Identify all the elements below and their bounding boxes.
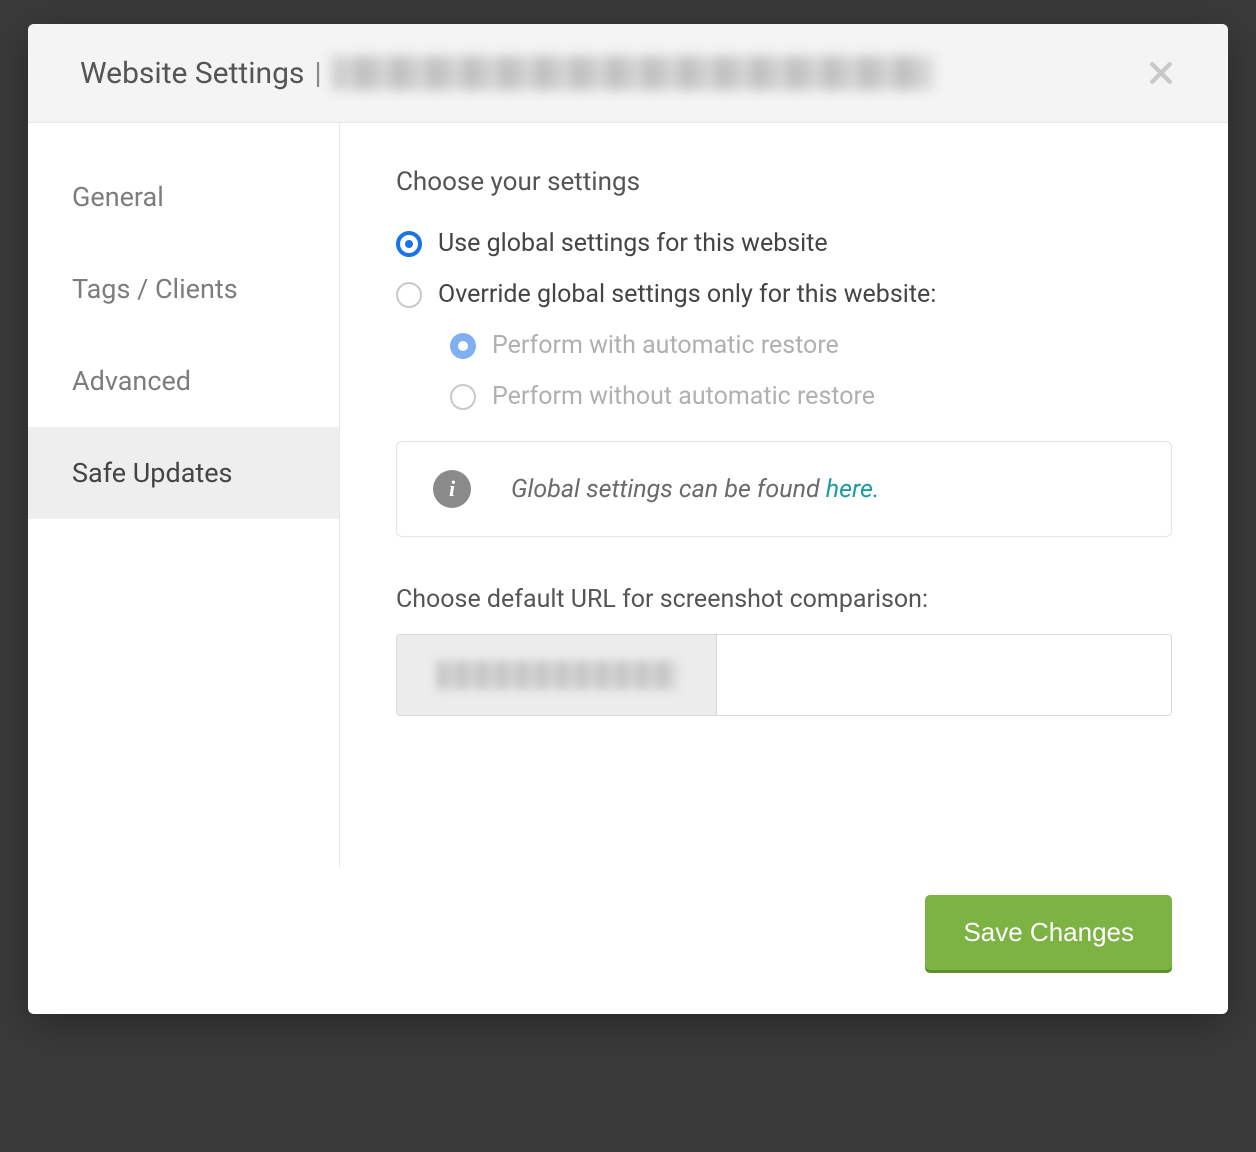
radio-icon bbox=[396, 282, 422, 308]
sidebar-item-label: General bbox=[72, 181, 164, 213]
modal-header: Website Settings | bbox=[28, 24, 1228, 123]
modal-title-separator: | bbox=[314, 56, 321, 91]
modal-title: Website Settings | bbox=[80, 56, 932, 91]
sidebar-item-label: Advanced bbox=[72, 365, 191, 397]
radio-override[interactable]: Override global settings only for this w… bbox=[396, 280, 1172, 309]
radio-icon bbox=[396, 231, 422, 257]
sidebar-item-general[interactable]: General bbox=[28, 151, 339, 243]
global-settings-link[interactable]: here. bbox=[826, 475, 879, 504]
sidebar-item-label: Safe Updates bbox=[72, 457, 232, 489]
modal-title-text: Website Settings bbox=[80, 56, 304, 91]
radio-use-global[interactable]: Use global settings for this website bbox=[396, 229, 1172, 258]
radio-label: Use global settings for this website bbox=[438, 229, 828, 258]
info-icon: i bbox=[433, 470, 471, 508]
website-name-redacted bbox=[332, 56, 932, 90]
url-prefix-redacted bbox=[437, 661, 677, 689]
url-prefix bbox=[397, 635, 717, 715]
info-box: i Global settings can be found here. bbox=[396, 441, 1172, 537]
radio-perform-without-restore[interactable]: Perform without automatic restore bbox=[450, 382, 1172, 411]
url-section-label: Choose default URL for screenshot compar… bbox=[396, 585, 1172, 614]
settings-modal: Website Settings | General Tags / Client… bbox=[28, 24, 1228, 1014]
close-button[interactable] bbox=[1142, 54, 1180, 92]
sidebar-item-label: Tags / Clients bbox=[72, 273, 238, 305]
info-text-prefix: Global settings can be found bbox=[511, 475, 826, 504]
radio-label: Perform with automatic restore bbox=[492, 331, 839, 360]
url-input[interactable] bbox=[717, 635, 1171, 715]
close-icon bbox=[1146, 58, 1176, 88]
modal-footer: Save Changes bbox=[28, 867, 1228, 1014]
radio-label: Override global settings only for this w… bbox=[438, 280, 936, 309]
sidebar-item-safe-updates[interactable]: Safe Updates bbox=[28, 427, 339, 519]
info-text: Global settings can be found here. bbox=[511, 475, 879, 504]
radio-icon bbox=[450, 384, 476, 410]
radio-perform-with-restore[interactable]: Perform with automatic restore bbox=[450, 331, 1172, 360]
url-input-group bbox=[396, 634, 1172, 716]
radio-icon bbox=[450, 333, 476, 359]
modal-body: General Tags / Clients Advanced Safe Upd… bbox=[28, 123, 1228, 867]
save-changes-button[interactable]: Save Changes bbox=[925, 895, 1172, 970]
sidebar: General Tags / Clients Advanced Safe Upd… bbox=[28, 123, 340, 867]
url-section: Choose default URL for screenshot compar… bbox=[396, 585, 1172, 716]
settings-heading: Choose your settings bbox=[396, 167, 1172, 197]
radio-label: Perform without automatic restore bbox=[492, 382, 875, 411]
sidebar-item-advanced[interactable]: Advanced bbox=[28, 335, 339, 427]
save-button-label: Save Changes bbox=[963, 917, 1134, 947]
content-panel: Choose your settings Use global settings… bbox=[340, 123, 1228, 867]
sidebar-item-tags-clients[interactable]: Tags / Clients bbox=[28, 243, 339, 335]
